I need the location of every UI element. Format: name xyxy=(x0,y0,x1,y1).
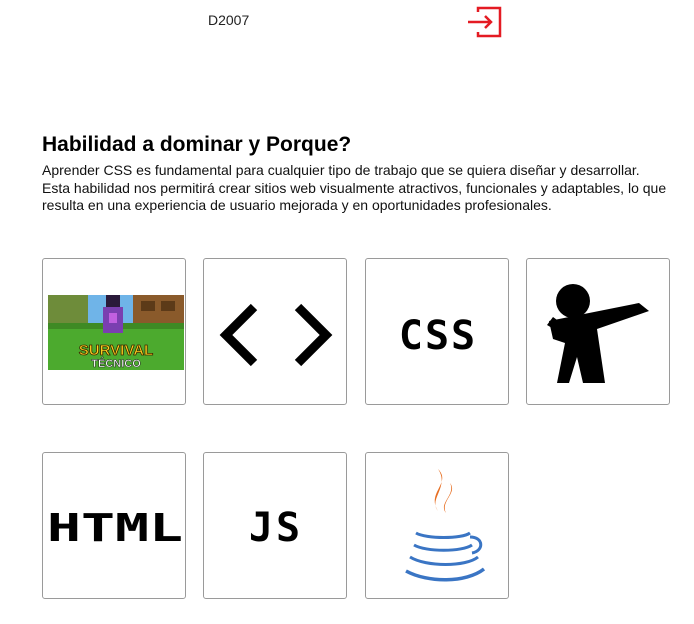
skill-card-survival[interactable]: SURVIVAL TÉCNICO xyxy=(42,258,186,405)
skill-card-java[interactable] xyxy=(365,452,509,599)
thumbnail-line2: TÉCNICO xyxy=(91,357,141,370)
css-text: CSS xyxy=(399,313,477,359)
java-logo-icon xyxy=(405,469,486,582)
dab-person-icon xyxy=(547,284,649,383)
thumbnail-line1: SURVIVAL xyxy=(79,342,153,359)
skill-card-dab[interactable] xyxy=(526,258,670,405)
username-label: D2007 xyxy=(208,12,250,28)
skill-card-css[interactable]: CSS xyxy=(365,258,509,405)
js-icon: JS xyxy=(249,505,303,551)
js-text: JS xyxy=(249,505,303,551)
section-title: Habilidad a dominar y Porque? xyxy=(42,133,352,156)
section-description: Aprender CSS es fundamental para cualqui… xyxy=(42,162,667,213)
code-brackets-icon xyxy=(219,303,333,367)
logout-icon xyxy=(468,6,502,38)
skill-card-code[interactable] xyxy=(203,258,347,405)
survival-tecnico-thumbnail: SURVIVAL TÉCNICO xyxy=(48,295,184,370)
html-icon: HTML xyxy=(47,506,183,550)
skill-card-html[interactable]: HTML xyxy=(42,452,186,599)
css-icon: CSS xyxy=(399,313,477,359)
skill-card-js[interactable]: JS xyxy=(203,452,347,599)
logout-button[interactable] xyxy=(464,4,504,40)
html-text: HTML xyxy=(47,506,183,550)
